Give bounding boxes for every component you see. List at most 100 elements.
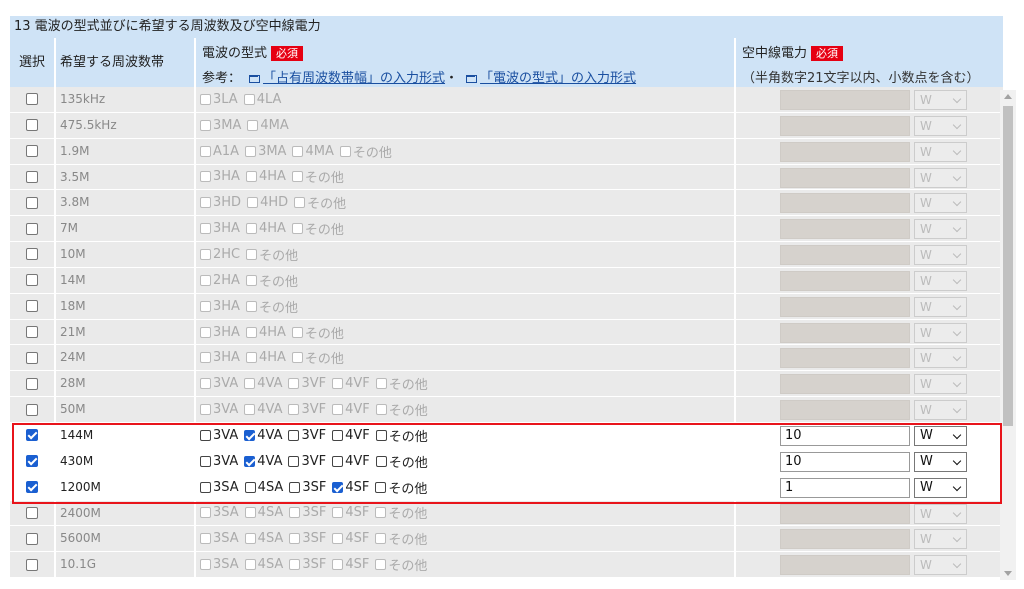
unit-select[interactable]: W — [914, 90, 967, 110]
emission-checkbox[interactable] — [339, 145, 351, 157]
emission-option[interactable]: 4VA — [244, 428, 282, 443]
emission-checkbox[interactable] — [375, 559, 387, 571]
select-checkbox[interactable] — [26, 532, 38, 545]
select-checkbox[interactable] — [26, 196, 38, 209]
emission-checkbox[interactable] — [247, 197, 259, 209]
select-checkbox[interactable] — [26, 119, 38, 132]
select-checkbox[interactable] — [26, 481, 38, 494]
emission-option[interactable]: その他 — [291, 219, 344, 238]
emission-checkbox[interactable] — [245, 300, 257, 312]
select-checkbox[interactable] — [26, 351, 38, 364]
unit-select[interactable]: W — [914, 193, 967, 214]
emission-checkbox[interactable] — [375, 481, 387, 493]
emission-checkbox[interactable] — [294, 197, 306, 209]
emission-option[interactable]: 3VF — [288, 428, 326, 443]
emission-checkbox[interactable] — [247, 119, 259, 131]
emission-checkbox[interactable] — [200, 533, 211, 545]
unit-select[interactable]: W — [914, 219, 967, 240]
power-input[interactable] — [780, 529, 910, 550]
emission-checkbox[interactable] — [332, 378, 344, 390]
emission-option[interactable]: その他 — [375, 426, 428, 445]
emission-option[interactable]: 4VA — [244, 376, 282, 391]
emission-checkbox[interactable] — [200, 326, 211, 338]
emission-checkbox[interactable] — [291, 352, 303, 364]
emission-checkbox[interactable] — [200, 429, 211, 441]
unit-select[interactable]: W — [914, 451, 967, 472]
unit-select[interactable]: W — [914, 374, 967, 395]
emission-option[interactable]: 4LA — [243, 92, 281, 107]
unit-select[interactable]: W — [914, 400, 967, 421]
select-checkbox[interactable] — [26, 274, 38, 287]
emission-option[interactable]: 3HA — [200, 299, 240, 314]
emission-checkbox[interactable] — [332, 481, 344, 493]
emission-checkbox[interactable] — [200, 300, 211, 312]
emission-option[interactable]: 4SF — [332, 557, 369, 572]
emission-checkbox[interactable] — [332, 429, 344, 441]
emission-checkbox[interactable] — [200, 455, 211, 467]
emission-option[interactable]: 4VF — [332, 454, 370, 469]
emission-option[interactable]: 4SA — [244, 531, 283, 546]
emission-checkbox[interactable] — [244, 533, 256, 545]
emission-checkbox[interactable] — [200, 197, 211, 209]
unit-select[interactable]: W — [914, 555, 967, 576]
emission-checkbox[interactable] — [243, 93, 255, 105]
emission-checkbox[interactable] — [245, 171, 257, 183]
power-input[interactable] — [780, 141, 910, 162]
emission-option[interactable]: 4SF — [332, 505, 369, 520]
emission-checkbox[interactable] — [245, 352, 257, 364]
emission-checkbox[interactable] — [375, 533, 387, 545]
select-checkbox[interactable] — [26, 145, 38, 158]
emission-checkbox[interactable] — [289, 559, 301, 571]
scroll-down-arrow-icon[interactable] — [1004, 571, 1012, 576]
emission-checkbox[interactable] — [244, 481, 256, 493]
emission-checkbox[interactable] — [289, 481, 301, 493]
emission-option[interactable]: A1A — [200, 144, 239, 159]
emission-option[interactable]: 2HC — [200, 247, 240, 262]
power-input[interactable]: 10 — [780, 451, 910, 472]
emission-checkbox[interactable] — [244, 378, 256, 390]
power-input[interactable] — [780, 270, 910, 291]
emission-option[interactable]: 4SA — [244, 480, 283, 495]
emission-option[interactable]: 3VF — [288, 376, 326, 391]
emission-checkbox[interactable] — [200, 481, 211, 493]
emission-option[interactable]: 4MA — [292, 144, 334, 159]
emission-checkbox[interactable] — [200, 223, 211, 235]
power-input[interactable]: 1 — [780, 477, 910, 498]
emission-checkbox[interactable] — [288, 455, 300, 467]
power-input[interactable] — [780, 245, 910, 266]
power-input[interactable] — [780, 193, 910, 214]
emission-checkbox[interactable] — [288, 378, 300, 390]
emission-option[interactable]: 3SF — [289, 557, 326, 572]
emission-checkbox[interactable] — [245, 223, 257, 235]
emission-checkbox[interactable] — [375, 429, 387, 441]
emission-checkbox[interactable] — [288, 429, 300, 441]
select-checkbox[interactable] — [26, 300, 38, 313]
emission-option[interactable]: その他 — [375, 555, 427, 574]
emission-checkbox[interactable] — [200, 93, 211, 105]
emission-option[interactable]: 4HA — [245, 221, 286, 236]
unit-select[interactable]: W — [914, 425, 967, 446]
emission-option[interactable]: 3VF — [288, 402, 326, 417]
emission-checkbox[interactable] — [332, 404, 344, 416]
emission-option[interactable]: 3HA — [200, 169, 240, 184]
emission-option[interactable]: 4SF — [332, 531, 369, 546]
emission-option[interactable]: 4HA — [245, 350, 286, 365]
emission-option[interactable]: 3MA — [245, 144, 286, 159]
unit-select[interactable]: W — [914, 296, 967, 317]
scrollbar[interactable] — [1000, 90, 1016, 580]
unit-select[interactable]: W — [914, 167, 967, 188]
unit-select[interactable]: W — [914, 348, 967, 369]
unit-select[interactable]: W — [914, 477, 967, 498]
emission-checkbox[interactable] — [200, 507, 211, 519]
select-checkbox[interactable] — [26, 248, 38, 261]
emission-checkbox[interactable] — [245, 274, 257, 286]
emission-option[interactable]: その他 — [375, 478, 427, 497]
unit-select[interactable]: W — [914, 245, 967, 266]
emission-checkbox[interactable] — [200, 404, 211, 416]
emission-option[interactable]: 3SA — [200, 557, 239, 572]
emission-option[interactable]: 4HD — [247, 195, 288, 210]
unit-select[interactable]: W — [914, 115, 967, 136]
emission-checkbox[interactable] — [288, 404, 300, 416]
scroll-up-arrow-icon[interactable] — [1004, 94, 1012, 99]
select-checkbox[interactable] — [26, 429, 38, 442]
